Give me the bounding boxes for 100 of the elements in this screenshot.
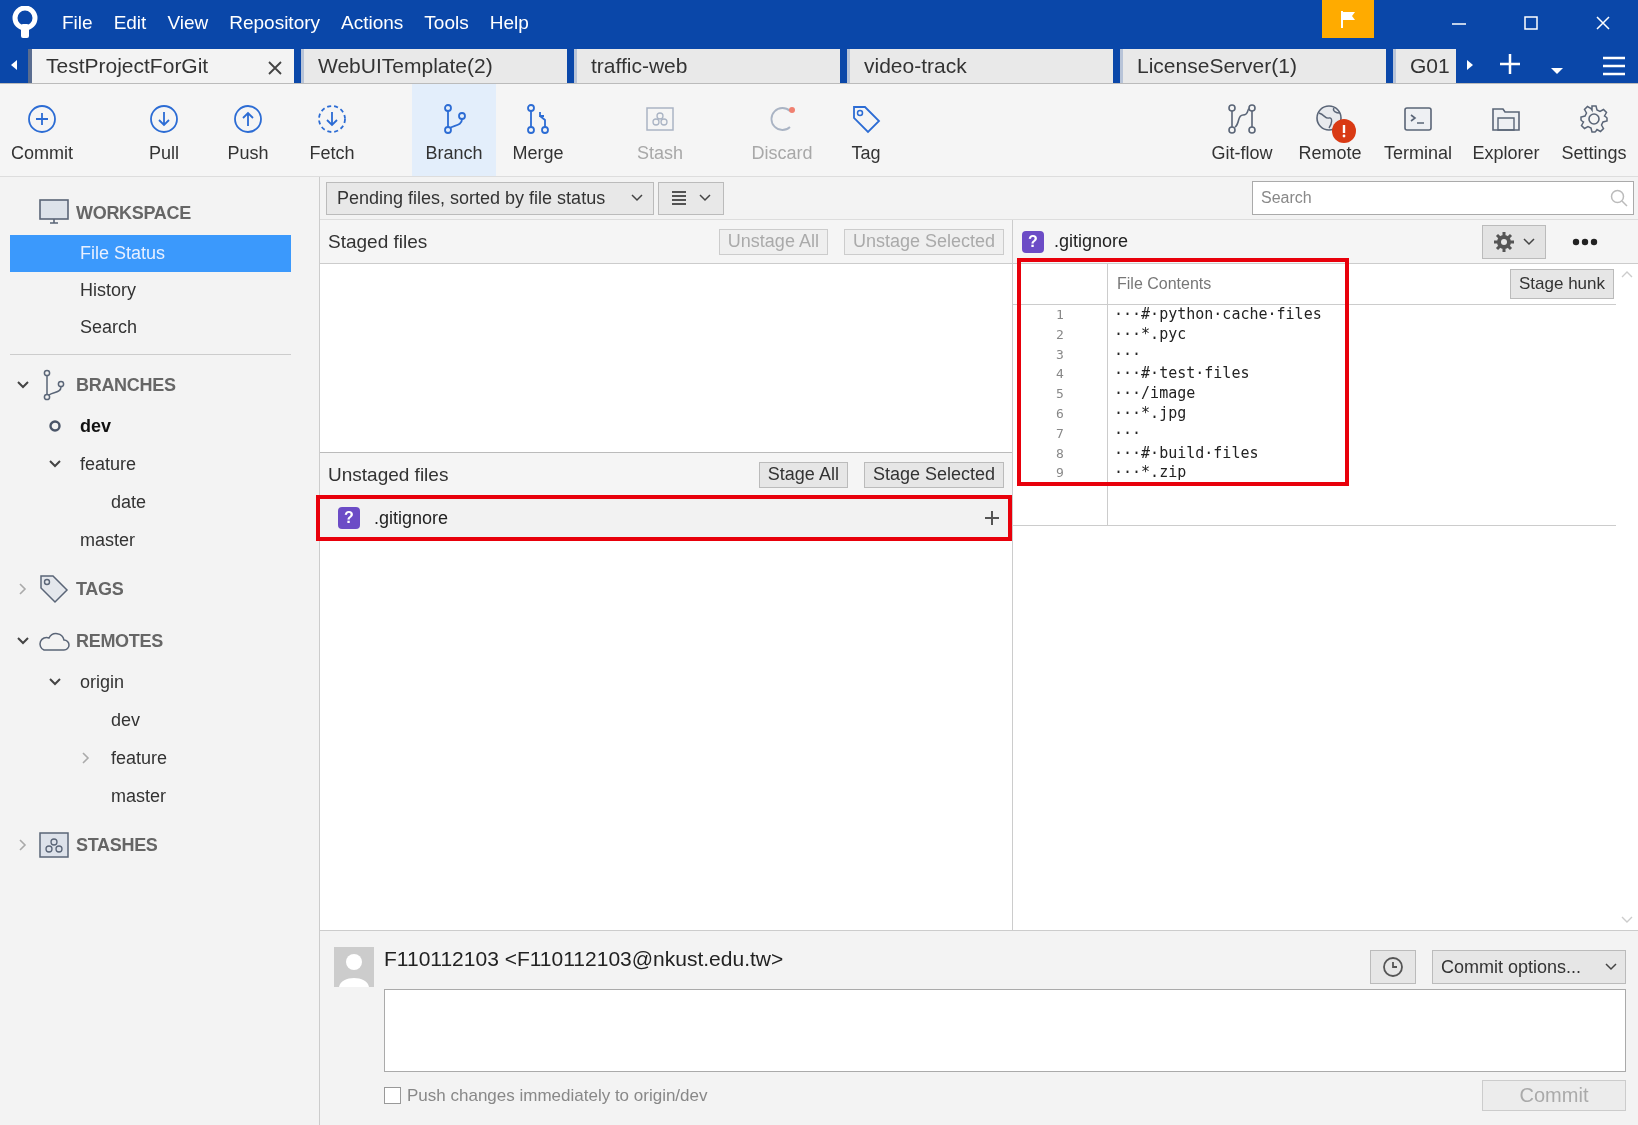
section-header[interactable]: WORKSPACE (76, 202, 191, 224)
stage-hunk-button[interactable]: Stage hunk (1510, 269, 1614, 299)
clock-icon (1382, 956, 1404, 978)
toolbar-button[interactable]: Tag (824, 84, 908, 176)
sidebar-item[interactable]: History (10, 272, 291, 309)
file-name: .gitignore (1054, 231, 1129, 252)
close-icon[interactable] (266, 59, 284, 77)
line-number: 5 (1056, 385, 1064, 404)
tree-item[interactable]: feature (80, 453, 137, 475)
maximize-button[interactable] (1522, 14, 1540, 32)
repo-tab[interactable]: video-track (847, 49, 1113, 83)
stage-button[interactable]: Stage All (758, 461, 848, 488)
menu-item[interactable]: Edit (113, 12, 147, 34)
author-name: F110112103 <F110112103@nkust.edu.tw> (384, 947, 784, 971)
down-arrow-circle-icon (148, 102, 180, 135)
menu-icon[interactable] (1602, 56, 1626, 76)
tree-item[interactable]: master (80, 529, 135, 551)
toolbar-button[interactable]: Fetch (290, 84, 374, 176)
line-number: 7 (1056, 424, 1064, 443)
scroll-down-icon (1621, 916, 1633, 924)
section-title: Staged files (328, 230, 428, 253)
add-tab-icon[interactable] (1497, 52, 1522, 76)
repo-tab[interactable]: TestProjectForGit (28, 49, 294, 83)
more-icon[interactable] (1572, 237, 1598, 246)
menu-item[interactable]: View (167, 12, 209, 34)
menu-item[interactable]: Tools (424, 12, 469, 34)
dropdown-icon[interactable] (1549, 66, 1564, 76)
section-header[interactable]: TAGS (76, 578, 124, 600)
chevron-down-icon (631, 194, 643, 202)
tree-item[interactable]: dev (80, 415, 112, 437)
section-header[interactable]: BRANCHES (76, 374, 176, 396)
sidebar-item[interactable]: Search (10, 309, 291, 346)
hunk-header: File Contents (1117, 275, 1212, 293)
line-number: 4 (1056, 365, 1064, 384)
box-icon (38, 829, 70, 861)
file-filter-dropdown[interactable]: Pending files, sorted by file status (326, 181, 654, 215)
code-line: ···*.jpg (1114, 404, 1187, 424)
app-logo-icon (10, 6, 40, 40)
tree-item[interactable]: date (111, 491, 147, 513)
stage-button[interactable]: Stage Selected (863, 461, 1004, 488)
toolbar-button[interactable]: Branch (412, 84, 496, 176)
list-icon (671, 191, 687, 205)
commit-message-field[interactable] (384, 989, 1626, 1072)
repo-tab[interactable]: WebUITemplate(2) (301, 49, 567, 83)
up-arrow-circle-icon (232, 102, 264, 135)
toolbar-button[interactable]: Push (206, 84, 290, 176)
code-line: ···/image (1114, 384, 1196, 404)
toolbar-button[interactable]: Terminal (1374, 84, 1462, 176)
history-button[interactable] (1370, 950, 1416, 984)
tree-item[interactable]: master (111, 785, 166, 807)
code-line: ···#·test·files (1114, 364, 1250, 385)
plus-circle-icon (26, 102, 58, 135)
code-line: ···*.pyc (1114, 324, 1187, 345)
toolbar-button[interactable]: Settings (1550, 84, 1638, 176)
menu-item[interactable]: Actions (341, 12, 404, 34)
section-header[interactable]: REMOTES (76, 630, 163, 652)
view-mode-dropdown[interactable] (658, 181, 724, 215)
tree-item[interactable]: origin (80, 671, 125, 693)
section-title: Unstaged files (328, 463, 449, 486)
chevron-down-icon (1523, 237, 1535, 246)
toolbar-button[interactable]: Commit (0, 84, 84, 176)
tree-item[interactable]: dev (111, 709, 141, 731)
line-number: 3 (1056, 345, 1064, 364)
toolbar-button[interactable]: Git-flow (1198, 84, 1286, 176)
commit-options-dropdown[interactable]: Commit options... (1432, 950, 1626, 984)
chevron-down-icon (1605, 963, 1617, 971)
menu-item[interactable]: Repository (229, 12, 321, 34)
search-icon (1610, 189, 1628, 207)
line-number: 2 (1056, 325, 1064, 344)
tag-icon (38, 573, 70, 605)
repo-tab[interactable]: LicenseServer(1) (1120, 49, 1386, 83)
close-button[interactable] (1594, 14, 1612, 32)
section-header[interactable]: STASHES (76, 834, 158, 856)
toolbar-button[interactable]: Explorer (1462, 84, 1550, 176)
settings-icon (1578, 102, 1610, 135)
push-checkbox[interactable] (384, 1087, 401, 1104)
search-field[interactable]: Search (1252, 181, 1634, 215)
code-line: ··· (1114, 344, 1142, 365)
repo-tab[interactable]: traffic-web (574, 49, 840, 83)
untracked-status-icon: ? (1022, 230, 1044, 253)
code-line: ···#·python·cache·files (1114, 305, 1322, 325)
toolbar-button[interactable]: Remote (1286, 84, 1374, 176)
scroll-up-icon (1621, 270, 1633, 278)
diff-options-button[interactable] (1482, 224, 1546, 259)
code-line: ··· (1114, 423, 1142, 444)
line-number: 1 (1056, 306, 1064, 324)
line-number: 9 (1056, 464, 1064, 483)
checkbox-label: Push changes immediately to origin/dev (407, 1085, 708, 1106)
tree-item[interactable]: feature (111, 747, 168, 769)
toolbar-button[interactable]: Merge (496, 84, 580, 176)
code-line: ···#·build·files (1114, 443, 1259, 464)
line-number: 6 (1056, 405, 1064, 423)
avatar-icon (334, 947, 374, 987)
menu-item[interactable]: Help (489, 12, 529, 34)
chevron-down-icon (699, 194, 711, 202)
menu-item[interactable]: File (62, 12, 93, 34)
plus-icon[interactable] (984, 510, 1000, 526)
code-line: ···*.zip (1114, 463, 1187, 484)
toolbar-button[interactable]: Pull (122, 84, 206, 176)
repo-tab[interactable]: G01 (1393, 49, 1456, 83)
